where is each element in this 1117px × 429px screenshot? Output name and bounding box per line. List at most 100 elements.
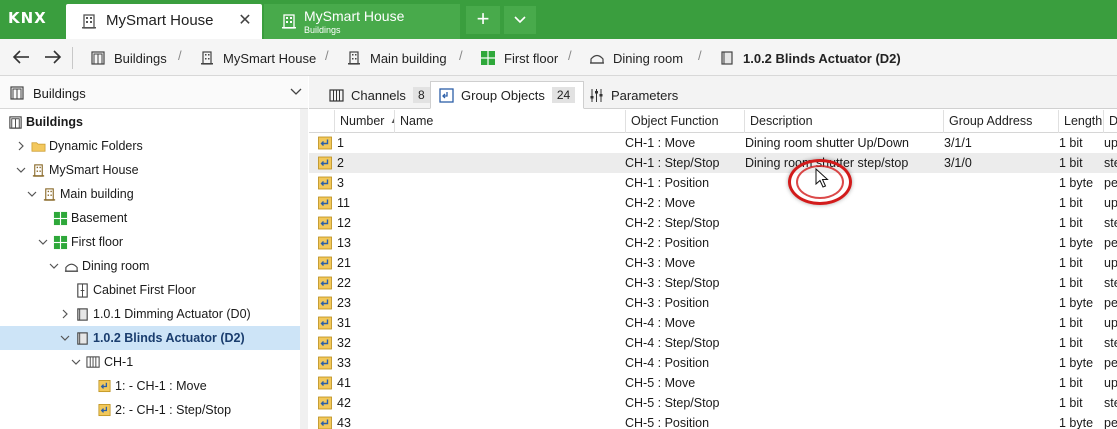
chevron-down-icon[interactable] [26, 188, 38, 200]
table-row[interactable]: 13 CH-2 : Position 1 byte pe [309, 233, 1117, 253]
chevron-down-icon[interactable] [290, 85, 302, 97]
cell-length: 1 bit [1059, 136, 1083, 150]
cell-function: CH-5 : Move [625, 376, 696, 390]
header-data-type[interactable]: D [1104, 110, 1117, 133]
chevron-down-icon[interactable] [70, 356, 82, 368]
detail-panel: Channels 8 Group Objects 24 Parameters N… [309, 76, 1117, 429]
group-objects-grid: 1 CH-1 : Move Dining room shutter Up/Down 3… [309, 133, 1117, 429]
breadcrumb-item-blinds-actuator[interactable]: 1.0.2 Blinds Actuator (D2) [719, 48, 901, 68]
header-number[interactable]: Number ▲ [335, 110, 395, 133]
cell-length: 1 bit [1059, 216, 1083, 230]
cell-description [745, 353, 942, 373]
header-group-address[interactable]: Group Address [944, 110, 1059, 133]
cell-function: CH-1 : Step/Stop [625, 156, 720, 170]
cell-group-address [944, 173, 1057, 193]
back-arrow-icon[interactable] [10, 47, 32, 67]
tree-item[interactable]: Buildings [0, 110, 300, 134]
table-row[interactable]: 32 CH-4 : Step/Stop 1 bit ste [309, 333, 1117, 353]
tree-item[interactable]: 1.0.2 Blinds Actuator (D2) [0, 326, 300, 350]
table-row[interactable]: 42 CH-5 : Step/Stop 1 bit ste [309, 393, 1117, 413]
cell-description [745, 413, 942, 429]
breadcrumb-item-mysmart-house[interactable]: MySmart House [199, 48, 316, 68]
group-object-icon [318, 256, 332, 270]
tab-list-button[interactable] [504, 6, 536, 34]
breadcrumb-item-first-floor[interactable]: First floor [480, 48, 558, 68]
table-row[interactable]: 3 CH-1 : Position 1 byte pe [309, 173, 1117, 193]
table-row[interactable]: 11 CH-2 : Move 1 bit up [309, 193, 1117, 213]
cell-function: CH-3 : Move [625, 256, 696, 270]
tab-group-objects[interactable]: Group Objects 24 [430, 81, 585, 109]
tree-item[interactable]: 1: - CH-1 : Move [0, 374, 300, 398]
table-row[interactable]: 23 CH-3 : Position 1 byte pe [309, 293, 1117, 313]
tree-item[interactable]: CH-1 [0, 350, 300, 374]
spacer [81, 380, 93, 392]
breadcrumb-item-buildings[interactable]: Buildings [90, 48, 167, 68]
cell-d: ste [1104, 396, 1117, 410]
chevron-down-icon[interactable] [48, 260, 60, 272]
table-row[interactable]: 43 CH-5 : Position 1 byte pe [309, 413, 1117, 429]
channel-icon [86, 355, 100, 368]
cell-description [745, 273, 942, 293]
header-description[interactable]: Description [745, 110, 944, 133]
table-row[interactable]: 2 CH-1 : Step/Stop Dining room shutter ste… [309, 153, 1117, 173]
folder-icon [31, 141, 46, 152]
buildings-panel: Buildings Buildings Dynamic Folders MySmar… [0, 76, 308, 429]
cell-d: pe [1104, 416, 1117, 429]
cell-group-address [944, 213, 1057, 233]
cell-function: CH-4 : Step/Stop [625, 336, 720, 350]
chevron-down-icon[interactable] [15, 164, 27, 176]
header-object-function[interactable]: Object Function [626, 110, 745, 133]
tree-item[interactable]: Basement [0, 206, 300, 230]
table-row[interactable]: 21 CH-3 : Move 1 bit up [309, 253, 1117, 273]
header-length[interactable]: Length [1059, 110, 1104, 133]
header-name[interactable]: Name [395, 110, 626, 133]
table-row[interactable]: 33 CH-4 : Position 1 byte pe [309, 353, 1117, 373]
cell-name [400, 253, 624, 273]
table-row[interactable]: 12 CH-2 : Step/Stop 1 bit ste [309, 213, 1117, 233]
tab-parameters[interactable]: Parameters [581, 81, 686, 109]
breadcrumb-separator: / [459, 48, 463, 63]
tree-scrollbar[interactable] [300, 109, 308, 429]
cell-number: 23 [337, 296, 351, 310]
project-tab-buildings[interactable]: MySmart House Buildings [264, 4, 460, 39]
cell-length: 1 bit [1059, 336, 1083, 350]
breadcrumb-item-dining-room[interactable]: Dining room [589, 48, 683, 68]
cell-length: 1 bit [1059, 316, 1083, 330]
tab-channels[interactable]: Channels 8 [321, 81, 438, 109]
tree-item[interactable]: 2: - CH-1 : Step/Stop [0, 398, 300, 422]
table-row[interactable]: 22 CH-3 : Step/Stop 1 bit ste [309, 273, 1117, 293]
cell-function: CH-2 : Move [625, 196, 696, 210]
buildings-icon [10, 86, 24, 100]
table-row[interactable]: 31 CH-4 : Move 1 bit up [309, 313, 1117, 333]
tree-item[interactable]: Dynamic Folders [0, 134, 300, 158]
tree-item-label: Buildings [26, 115, 83, 129]
chevron-right-icon[interactable] [15, 140, 27, 152]
close-tab-icon[interactable]: ✕ [236, 10, 254, 30]
cell-number: 13 [337, 236, 351, 250]
breadcrumb-item-main-building[interactable]: Main building [346, 48, 447, 68]
count-badge: 8 [412, 87, 430, 103]
cell-function: CH-3 : Step/Stop [625, 276, 720, 290]
buildings-icon [9, 115, 22, 129]
tree-item[interactable]: First floor [0, 230, 300, 254]
cell-group-address [944, 313, 1057, 333]
tree-item[interactable]: Dining room [0, 254, 300, 278]
tree-item[interactable]: Cabinet First Floor [0, 278, 300, 302]
panel-selector[interactable]: Buildings [0, 76, 308, 109]
device-icon [77, 307, 88, 321]
chevron-right-icon[interactable] [59, 308, 71, 320]
table-row[interactable]: 1 CH-1 : Move Dining room shutter Up/Down 3… [309, 133, 1117, 153]
building-icon [82, 14, 96, 29]
tree-item[interactable]: MySmart House [0, 158, 300, 182]
cell-name [400, 393, 624, 413]
project-tab-active[interactable]: MySmart House ✕ [66, 4, 262, 39]
chevron-down-icon[interactable] [37, 236, 49, 248]
add-tab-button[interactable]: + [466, 6, 500, 34]
tree-item[interactable]: 1.0.1 Dimming Actuator (D0) [0, 302, 300, 326]
table-row[interactable]: 41 CH-5 : Move 1 bit up [309, 373, 1117, 393]
tree-item[interactable]: Main building [0, 182, 300, 206]
cell-name [400, 373, 624, 393]
cell-number: 41 [337, 376, 351, 390]
forward-arrow-icon[interactable] [42, 47, 64, 67]
chevron-down-icon[interactable] [59, 332, 71, 344]
